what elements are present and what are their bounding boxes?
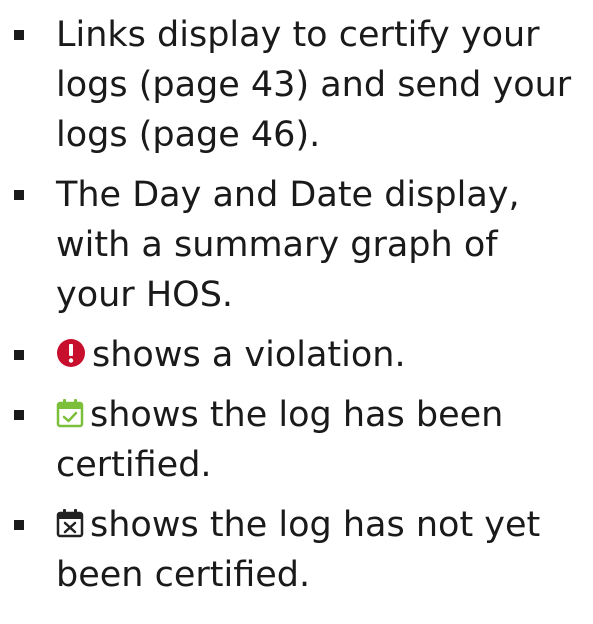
- list-item-violation: shows a violation.: [0, 330, 593, 380]
- bullet-marker: [14, 350, 24, 360]
- list-item-text: Links display to certify your logs (page…: [56, 15, 572, 155]
- list-item-day-date-display: The Day and Date display, with a summary…: [0, 170, 593, 320]
- certified-calendar-icon: [56, 398, 84, 428]
- list-item-text: shows the log has been certified.: [56, 395, 504, 485]
- bullet-marker: [14, 190, 24, 200]
- list-item-text: shows a violation.: [92, 335, 406, 375]
- list-item-certify-links: Links display to certify your logs (page…: [0, 10, 593, 160]
- list-item-text: The Day and Date display, with a summary…: [56, 175, 520, 315]
- list-item-text: shows the log has not yet been certified…: [56, 505, 541, 595]
- bullet-marker: [14, 410, 24, 420]
- feature-list: Links display to certify your logs (page…: [0, 0, 593, 600]
- not-certified-calendar-icon: [56, 508, 84, 538]
- list-item-not-certified: shows the log has not yet been certified…: [0, 500, 593, 600]
- bullet-marker: [14, 520, 24, 530]
- violation-icon: [56, 338, 86, 368]
- list-item-certified: shows the log has been certified.: [0, 390, 593, 490]
- document-page: Links display to certify your logs (page…: [0, 0, 593, 624]
- bullet-marker: [14, 30, 24, 40]
